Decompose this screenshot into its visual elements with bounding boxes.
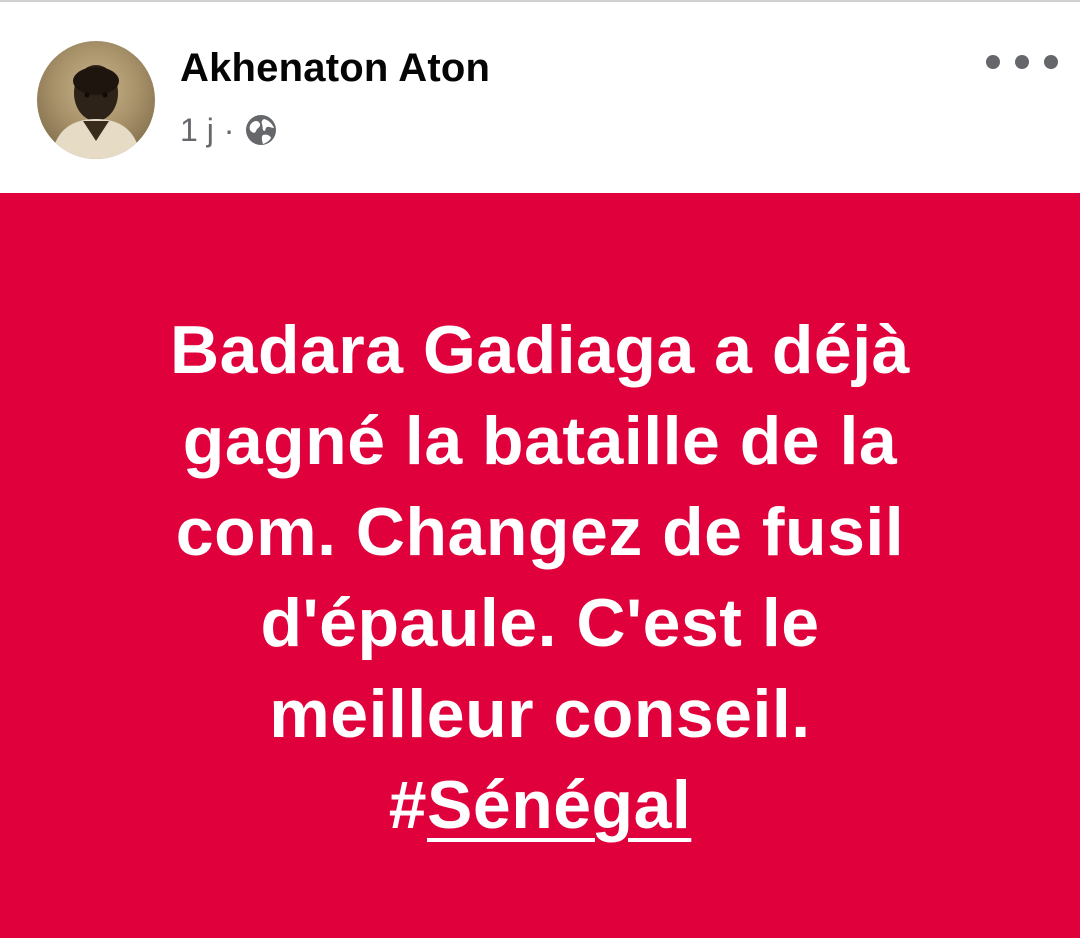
post-text-line: com. Changez de fusil xyxy=(175,494,905,570)
dot xyxy=(1015,55,1029,69)
hashtag-symbol: # xyxy=(388,767,428,843)
post-text-line: gagné la bataille de la xyxy=(182,403,898,479)
post-text-line: meilleur conseil. xyxy=(269,676,811,752)
hashtag-word: Sénégal xyxy=(427,767,692,843)
post-text: Badara Gadiaga a déjà gagné la bataille … xyxy=(120,305,960,851)
avatar-photo xyxy=(51,65,141,159)
more-options-icon[interactable] xyxy=(986,42,1058,82)
dot xyxy=(986,55,1000,69)
hashtag-line: #Sénégal xyxy=(120,760,960,851)
globe-icon[interactable] xyxy=(244,113,278,147)
post-header: Akhenaton Aton 1 j · xyxy=(0,2,1080,193)
dot xyxy=(1044,55,1058,69)
post-background: Badara Gadiaga a déjà gagné la bataille … xyxy=(0,193,1080,938)
post-timestamp[interactable]: 1 j xyxy=(180,112,214,149)
post-text-line: d'épaule. C'est le xyxy=(260,585,820,661)
post-meta: 1 j · xyxy=(180,110,278,150)
meta-separator: · xyxy=(223,111,235,148)
author-name[interactable]: Akhenaton Aton xyxy=(180,44,490,92)
post-text-line: Badara Gadiaga a déjà xyxy=(170,312,910,388)
hashtag-link[interactable]: #Sénégal xyxy=(389,767,692,843)
avatar[interactable] xyxy=(37,41,155,159)
